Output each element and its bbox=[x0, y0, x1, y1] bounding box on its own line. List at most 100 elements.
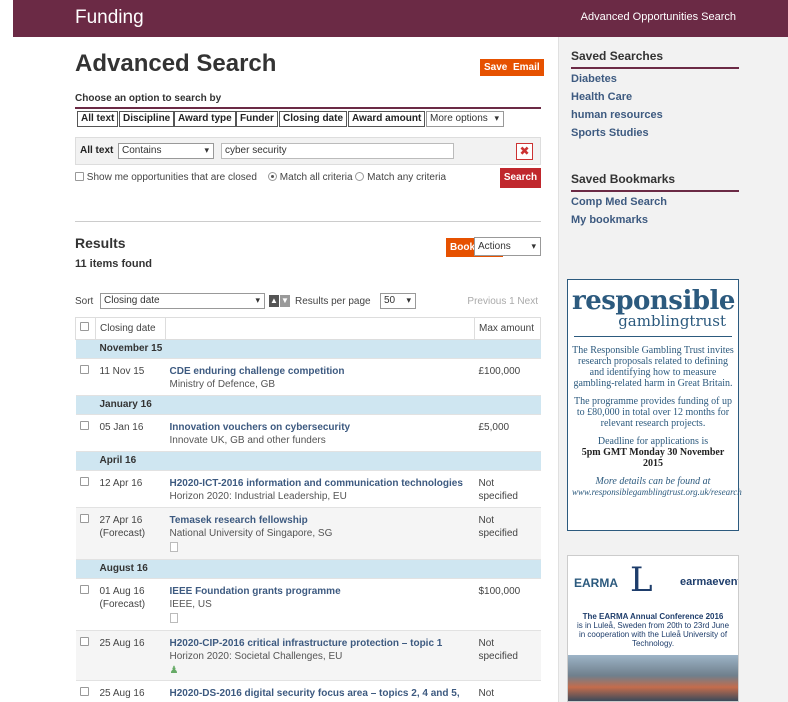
col-closing-date[interactable]: Closing date bbox=[95, 317, 166, 340]
earma-logo: EARMA bbox=[574, 576, 618, 590]
actions-select[interactable]: Actions ▾ bbox=[474, 237, 541, 256]
row-title-link[interactable]: H2020-CIP-2016 critical infrastructure p… bbox=[170, 637, 471, 650]
option-all-text[interactable]: All text bbox=[77, 111, 119, 127]
row-date: 25 Aug 16 bbox=[99, 688, 145, 699]
pager[interactable]: Previous 1 Next bbox=[467, 296, 538, 307]
search-button[interactable]: Search bbox=[500, 168, 541, 188]
saved-searches-title: Saved Searches bbox=[571, 49, 739, 69]
criteria-row: All text Contains ▾ cyber security ✖ bbox=[75, 137, 541, 165]
row-title-link[interactable]: H2020-ICT-2016 information and communica… bbox=[170, 477, 471, 490]
col-max-amount[interactable]: Max amount bbox=[474, 317, 541, 340]
row-title-link[interactable]: CDE enduring challenge competition bbox=[170, 365, 471, 378]
option-discipline[interactable]: Discipline bbox=[119, 111, 175, 127]
group-row: August 16 bbox=[75, 559, 541, 579]
ad-earma-photo bbox=[568, 655, 738, 701]
more-options-select[interactable]: More options ▾ bbox=[426, 111, 504, 127]
ad-earma-logos: EARMA L earmaevents bbox=[568, 560, 738, 606]
group-label: April 16 bbox=[75, 451, 541, 471]
row-checkbox[interactable] bbox=[79, 514, 89, 523]
row-checkbox[interactable] bbox=[79, 637, 89, 646]
row-amount: Not bbox=[478, 515, 495, 526]
table-row: 11 Nov 15 CDE enduring challenge competi… bbox=[75, 358, 541, 396]
sort-ascending-icon[interactable]: ▲ bbox=[269, 295, 279, 307]
table-row: 01 Aug 16 (Forecast) IEEE Foundation gran… bbox=[75, 578, 541, 631]
remove-criteria-icon[interactable]: ✖ bbox=[516, 143, 533, 160]
row-date: 27 Apr 16 bbox=[99, 515, 143, 526]
chevron-down-icon: ▾ bbox=[531, 241, 536, 251]
saved-search-diabetes[interactable]: Diabetes bbox=[571, 73, 617, 85]
bookmark-comp-med-search[interactable]: Comp Med Search bbox=[571, 196, 667, 208]
row-date: 11 Nov 15 bbox=[99, 366, 145, 377]
row-checkbox[interactable] bbox=[79, 477, 89, 486]
row-title-link[interactable]: H2020-DS-2016 digital security focus are… bbox=[170, 687, 471, 700]
group-label: January 16 bbox=[75, 395, 541, 415]
option-closing-date[interactable]: Closing date bbox=[279, 111, 348, 127]
ad-url[interactable]: www.responsiblegamblingtrust.org.uk/rese… bbox=[572, 487, 742, 498]
ad-earma-title: The EARMA Annual Conference 2016 bbox=[582, 612, 724, 621]
operator-select[interactable]: Contains ▾ bbox=[118, 143, 214, 159]
saved-search-health-care[interactable]: Health Care bbox=[571, 91, 632, 103]
group-label: August 16 bbox=[75, 559, 541, 579]
saved-search-sports-studies[interactable]: Sports Studies bbox=[571, 127, 649, 139]
chevron-down-icon: ▾ bbox=[255, 295, 260, 305]
select-all-checkbox[interactable] bbox=[80, 322, 89, 331]
row-amount: $100,000 bbox=[478, 586, 521, 597]
table-row: 05 Jan 16 Innovation vouchers on cyberse… bbox=[75, 414, 541, 452]
per-page-value: 50 bbox=[384, 295, 396, 306]
sort-descending-icon[interactable]: ▼ bbox=[280, 295, 290, 307]
row-checkbox[interactable] bbox=[79, 365, 89, 374]
row-date: 01 Aug 16 bbox=[99, 586, 145, 597]
bookmark-my-bookmarks[interactable]: My bookmarks bbox=[571, 214, 648, 226]
group-row: January 16 bbox=[75, 395, 541, 415]
saved-search-human-resources[interactable]: human resources bbox=[571, 109, 663, 121]
copy-icon[interactable] bbox=[169, 613, 178, 623]
ad-more-details: More details can be found at bbox=[595, 476, 711, 487]
group-row: November 15 bbox=[75, 339, 541, 359]
copy-icon[interactable] bbox=[169, 542, 178, 552]
row-checkbox[interactable] bbox=[79, 687, 89, 696]
actions-value: Actions bbox=[478, 241, 511, 252]
ad-earma-conference[interactable]: EARMA L earmaevents The EARMA Annual Con… bbox=[567, 555, 739, 702]
save-button[interactable]: Save bbox=[480, 59, 512, 76]
sort-bar: Sort Closing date ▾ ▲ ▼ Results per page… bbox=[75, 293, 541, 311]
row-funder: Horizon 2020: Industrial Leadership, EU bbox=[169, 491, 347, 502]
person-icon[interactable]: ♟ bbox=[170, 665, 180, 676]
chevron-down-icon: ▾ bbox=[406, 295, 411, 305]
search-text-input[interactable]: cyber security bbox=[221, 143, 454, 159]
option-award-type[interactable]: Award type bbox=[174, 111, 236, 127]
row-checkbox[interactable] bbox=[79, 421, 89, 430]
more-options-value: More options bbox=[430, 113, 488, 124]
results-table: Closing date Max amount November 15 11 N… bbox=[75, 317, 541, 702]
match-any-label: Match any criteria bbox=[367, 172, 447, 183]
table-row: 27 Apr 16 (Forecast) Temasek research fel… bbox=[75, 507, 541, 560]
row-date: 25 Aug 16 bbox=[99, 638, 145, 649]
match-all-radio[interactable] bbox=[268, 172, 278, 181]
row-title-link[interactable]: Temasek research fellowship bbox=[170, 514, 471, 527]
match-any-radio[interactable] bbox=[355, 172, 365, 181]
table-row: 25 Aug 16 H2020-DS-2016 digital security… bbox=[75, 680, 541, 702]
sort-select[interactable]: Closing date ▾ bbox=[100, 293, 265, 309]
show-closed-checkbox[interactable] bbox=[75, 172, 84, 181]
email-button[interactable]: Email bbox=[509, 59, 544, 76]
per-page-select[interactable]: 50 ▾ bbox=[380, 293, 416, 309]
ad-deadline: 5pm GMT Monday 30 November 2015 bbox=[581, 447, 725, 469]
row-funder: Horizon 2020: Societal Challenges, EU bbox=[169, 651, 343, 662]
row-amount: Not bbox=[478, 688, 495, 699]
chevron-down-icon: ▾ bbox=[204, 145, 209, 155]
option-award-amount[interactable]: Award amount bbox=[348, 111, 426, 127]
advanced-search-link[interactable]: Advanced Opportunities Search bbox=[581, 11, 736, 23]
lulea-logo: L bbox=[630, 560, 653, 600]
operator-value: Contains bbox=[122, 145, 162, 156]
ad-logo-main: responsible bbox=[572, 286, 735, 316]
option-funder[interactable]: Funder bbox=[236, 111, 278, 127]
ad-paragraph-2: The programme provides funding of up to … bbox=[573, 396, 733, 429]
group-row: April 16 bbox=[75, 451, 541, 471]
row-title-link[interactable]: Innovation vouchers on cybersecurity bbox=[170, 421, 471, 434]
ad-responsible-gambling-trust[interactable]: responsible gamblingtrust The Responsibl… bbox=[567, 279, 742, 531]
match-all-label: Match all criteria bbox=[279, 172, 353, 183]
row-title-link[interactable]: IEEE Foundation grants programme bbox=[170, 585, 471, 598]
chevron-down-icon: ▾ bbox=[494, 113, 499, 123]
results-count: 11 items found bbox=[75, 258, 153, 270]
row-checkbox[interactable] bbox=[79, 585, 89, 594]
brand-title[interactable]: Funding bbox=[75, 7, 144, 29]
